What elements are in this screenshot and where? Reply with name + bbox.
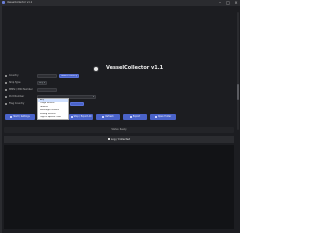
- desktop-strip: [0, 233, 240, 240]
- scrollbar-track[interactable]: [237, 12, 239, 130]
- status-text: Status: Ready: [111, 128, 127, 131]
- select-country-button[interactable]: Select Country: [59, 74, 79, 78]
- export-icon: [129, 115, 132, 118]
- start-settings-button[interactable]: Start / Settings: [5, 114, 35, 120]
- chevron-down-icon: ▾: [44, 82, 46, 84]
- app-icon: [2, 1, 5, 4]
- folder-icon: [154, 115, 157, 118]
- ship-icon: [5, 81, 7, 84]
- dropdown-option[interactable]: Tugs & Special Craft: [38, 116, 68, 119]
- country-field[interactable]: [37, 74, 57, 78]
- log-output[interactable]: [4, 145, 234, 229]
- log-header: Log / Collected: [4, 136, 234, 143]
- flag-country-label: Flag Country: [5, 102, 24, 106]
- left-edge: [0, 6, 2, 233]
- port-number-label: Port Number: [5, 95, 24, 99]
- chevron-down-icon: ▾: [93, 96, 95, 98]
- country-icon: [5, 74, 7, 77]
- refresh-button[interactable]: Refresh: [96, 114, 120, 120]
- stop-export-button[interactable]: Stop / Export All: [69, 114, 93, 120]
- app-window: VesselCollector v1.1 – □ × VesselCollect…: [0, 0, 240, 233]
- app-title: VesselCollector v1.1: [106, 65, 164, 71]
- log-title: Log / Collected: [4, 136, 234, 143]
- mmsi-input[interactable]: [37, 88, 57, 92]
- scrollbar-thumb[interactable]: [237, 84, 239, 100]
- window-title: VesselCollector v1.1: [7, 1, 33, 4]
- maximize-button[interactable]: □: [224, 0, 232, 6]
- close-button[interactable]: ×: [232, 0, 240, 6]
- flag-icon: [5, 102, 7, 105]
- open-folder-button[interactable]: Open Folder: [150, 114, 176, 120]
- play-icon: [10, 115, 13, 118]
- title-bar: VesselCollector v1.1 – □ ×: [0, 0, 240, 6]
- country-label: Country: [5, 74, 19, 78]
- mmsi-label: MMSI / IMO Number: [5, 88, 33, 92]
- minimize-button[interactable]: –: [216, 0, 224, 6]
- port-icon: [5, 95, 7, 98]
- flag-country-button[interactable]: [70, 102, 84, 106]
- ship-type-label: Ship Type: [5, 81, 20, 85]
- id-icon: [5, 88, 7, 91]
- export-button[interactable]: Export: [123, 114, 147, 120]
- list-icon: [107, 138, 110, 140]
- stop-icon: [70, 115, 73, 118]
- vessel-logo-icon: [93, 66, 99, 72]
- status-bar: Status: Ready: [4, 127, 234, 133]
- ship-type-select[interactable]: Any: [37, 81, 47, 85]
- ship-type-dropdown[interactable]: Any Cargo Vessels Tankers Passenger Vess…: [37, 98, 69, 120]
